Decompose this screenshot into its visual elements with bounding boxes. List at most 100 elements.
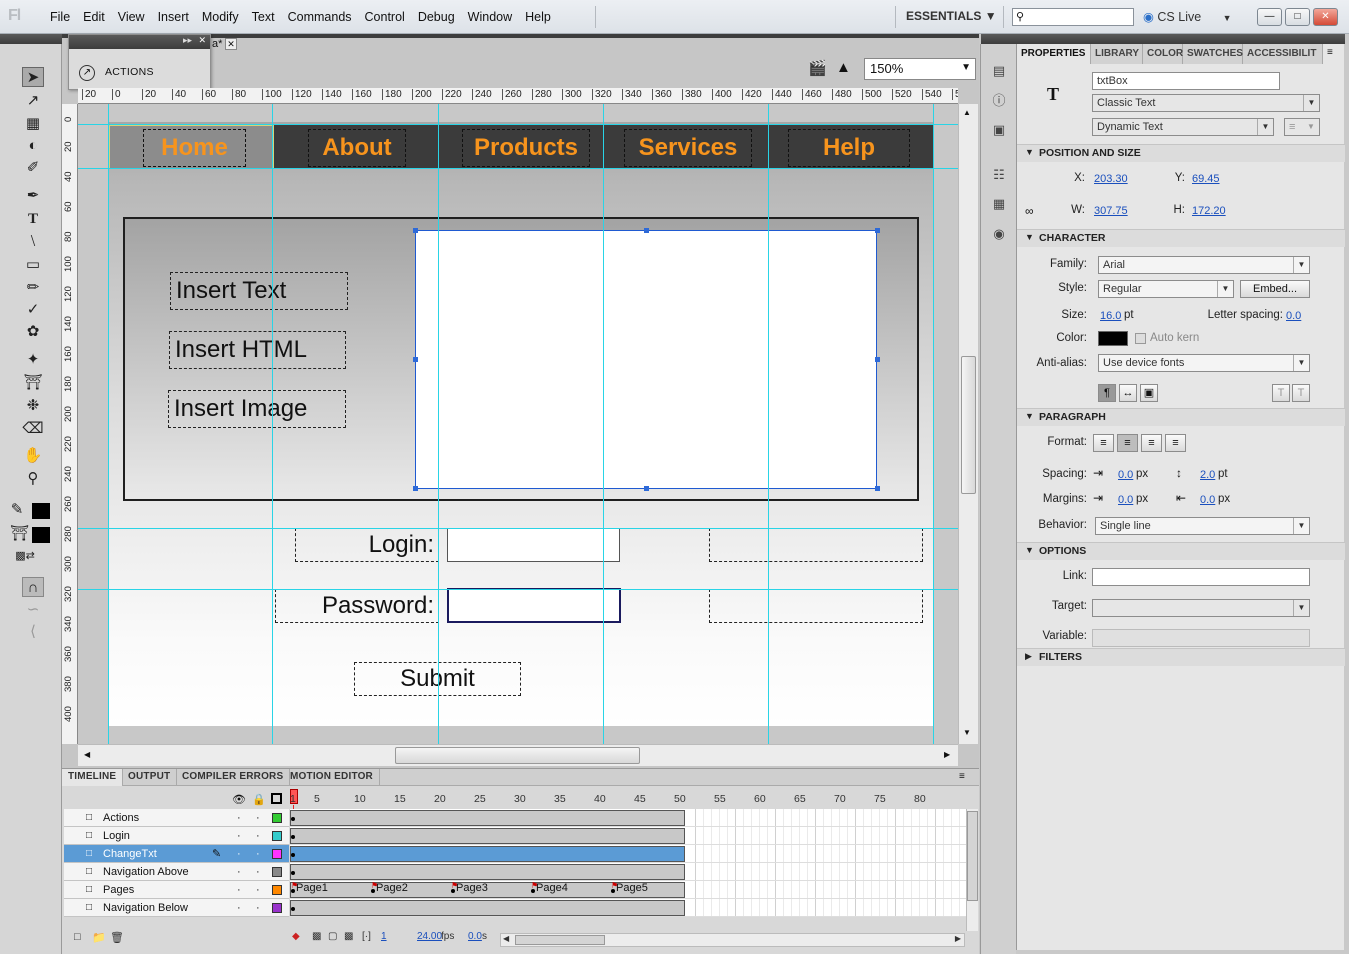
- frame-span[interactable]: [290, 828, 685, 844]
- text-color-swatch[interactable]: [1098, 331, 1128, 346]
- scroll-thumb[interactable]: [967, 811, 978, 901]
- tab-timeline[interactable]: TIMELINE: [62, 769, 124, 786]
- link-dimensions-icon[interactable]: ∞: [1025, 204, 1034, 218]
- scroll-right-icon[interactable]: ▶: [955, 934, 961, 943]
- new-folder-icon[interactable]: 📁: [92, 931, 106, 944]
- letter-spacing-value[interactable]: 0.0: [1286, 310, 1301, 322]
- login-field[interactable]: [447, 528, 620, 562]
- layer-row[interactable]: □ Navigation Above · ·: [64, 863, 289, 881]
- straighten-icon[interactable]: ⟨: [22, 622, 44, 642]
- scroll-right-icon[interactable]: ▶: [944, 750, 950, 759]
- scroll-thumb[interactable]: [515, 935, 605, 945]
- fps-value[interactable]: 24.00: [417, 931, 442, 942]
- x-value[interactable]: 203.30: [1094, 173, 1128, 185]
- bone-tool-icon[interactable]: ✦: [22, 350, 44, 370]
- lock-dot[interactable]: ·: [256, 827, 260, 845]
- frame-span[interactable]: [290, 900, 685, 916]
- frame-row[interactable]: [290, 809, 970, 827]
- rectangle-tool-icon[interactable]: ▭: [22, 255, 44, 275]
- collapse-icon[interactable]: ▸▸: [183, 35, 192, 46]
- keyframe[interactable]: [291, 835, 295, 839]
- tab-swatches[interactable]: SWATCHES: [1183, 44, 1243, 64]
- pen-tool-icon[interactable]: ✒: [22, 186, 44, 206]
- layer-color-swatch[interactable]: [272, 849, 282, 859]
- resize-handle[interactable]: [644, 486, 649, 491]
- fill-color-swatch[interactable]: [32, 527, 50, 543]
- instance-name-input[interactable]: txtBox: [1092, 72, 1280, 90]
- menu-file[interactable]: File: [50, 10, 70, 24]
- hand-tool-icon[interactable]: ✋: [22, 446, 44, 466]
- close-tab-icon[interactable]: ✕: [225, 38, 237, 50]
- right-margin-value[interactable]: 0.0: [1200, 494, 1215, 506]
- tab-compiler-errors[interactable]: COMPILER ERRORS: [176, 769, 291, 786]
- edit-multiple-frames-icon[interactable]: ▩: [344, 931, 353, 942]
- paint-bucket-tool-icon[interactable]: ⛩: [22, 373, 44, 393]
- keyframe[interactable]: [291, 871, 295, 875]
- menu-view[interactable]: View: [118, 10, 145, 24]
- tab-output[interactable]: OUTPUT: [122, 769, 178, 786]
- modify-onion-markers-icon[interactable]: [·]: [362, 931, 371, 942]
- resize-handle[interactable]: [413, 357, 418, 362]
- indent-value[interactable]: 0.0: [1118, 469, 1133, 481]
- center-frame-icon[interactable]: ◆: [292, 931, 300, 942]
- nav-about-button[interactable]: About: [308, 129, 406, 167]
- snap-magnet-icon[interactable]: ∩: [22, 577, 44, 597]
- transform-panel-icon[interactable]: ▣: [990, 121, 1008, 139]
- justify-icon[interactable]: ≡: [1165, 434, 1186, 452]
- layer-color-swatch[interactable]: [272, 885, 282, 895]
- timeline-horizontal-scrollbar[interactable]: ◀ ▶: [500, 933, 965, 947]
- pencil-tool-icon[interactable]: ✏: [22, 278, 44, 298]
- text-tool-icon[interactable]: T: [22, 209, 44, 229]
- target-select[interactable]: ▼: [1092, 599, 1310, 617]
- section-position-size[interactable]: ▼ POSITION AND SIZE: [1017, 144, 1345, 162]
- zoom-tool-icon[interactable]: ⚲: [22, 469, 44, 489]
- brush-tool-icon[interactable]: ✓: [22, 300, 44, 320]
- delete-layer-icon[interactable]: 🗑: [110, 931, 124, 944]
- visibility-dot[interactable]: ·: [237, 881, 241, 899]
- visibility-dot[interactable]: ·: [237, 827, 241, 845]
- zoom-select[interactable]: 150% ▼: [864, 58, 976, 80]
- behavior-select[interactable]: Single line ▼: [1095, 517, 1310, 535]
- nav-help-button[interactable]: Help: [788, 129, 910, 167]
- layer-color-swatch[interactable]: [272, 831, 282, 841]
- line-tool-icon[interactable]: ⧵: [22, 232, 44, 252]
- lock-dot[interactable]: ·: [256, 809, 260, 827]
- menu-text[interactable]: Text: [252, 10, 275, 24]
- eyedropper-tool-icon[interactable]: ❉: [22, 396, 44, 416]
- font-size-value[interactable]: 16.0: [1100, 310, 1121, 322]
- swap-colors-icon[interactable]: ▩⇄: [14, 546, 36, 566]
- subselection-tool-icon[interactable]: ↗: [22, 91, 44, 111]
- edit-symbols-icon[interactable]: ▲: [836, 59, 851, 76]
- tab-motion-editor[interactable]: MOTION EDITOR: [284, 769, 380, 786]
- current-frame-value[interactable]: 1: [381, 931, 387, 942]
- frame-span[interactable]: [290, 864, 685, 880]
- resize-handle[interactable]: [644, 228, 649, 233]
- stage-vertical-scrollbar[interactable]: ▲ ▼: [958, 104, 978, 744]
- lock-dot[interactable]: ·: [256, 863, 260, 881]
- h-value[interactable]: 172.20: [1192, 205, 1226, 217]
- font-style-select[interactable]: Regular ▼: [1098, 280, 1234, 298]
- actions-panel[interactable]: ▸▸ ✕ ↗ ACTIONS: [68, 34, 211, 90]
- align-left-icon[interactable]: ≡: [1093, 434, 1114, 452]
- panel-menu-icon[interactable]: ≡: [959, 771, 965, 782]
- onion-skin-outlines-icon[interactable]: ▢: [328, 931, 337, 942]
- frame-row[interactable]: [290, 845, 970, 863]
- panel-menu-icon[interactable]: ≡: [1327, 47, 1333, 58]
- tab-properties[interactable]: PROPERTIES: [1017, 44, 1091, 64]
- render-html-icon[interactable]: ↔: [1119, 384, 1137, 402]
- deco-tool-icon[interactable]: ✿: [22, 322, 44, 342]
- anti-alias-select[interactable]: Use device fonts ▼: [1098, 354, 1310, 372]
- menu-insert[interactable]: Insert: [158, 10, 189, 24]
- txtbox-dynamic-text[interactable]: [413, 228, 880, 491]
- layer-color-swatch[interactable]: [272, 867, 282, 877]
- selectable-text-icon[interactable]: ¶: [1098, 384, 1116, 402]
- close-button[interactable]: ✕: [1313, 8, 1338, 26]
- password-field[interactable]: [447, 588, 621, 623]
- layer-row[interactable]: □ Pages · ·: [64, 881, 289, 899]
- layer-row[interactable]: □ Navigation Below · ·: [64, 899, 289, 917]
- subscript-icon[interactable]: T: [1292, 384, 1310, 402]
- text-type-select[interactable]: Dynamic Text ▼: [1092, 118, 1274, 136]
- section-character[interactable]: ▼ CHARACTER: [1017, 229, 1345, 247]
- section-options[interactable]: ▼ OPTIONS: [1017, 542, 1345, 560]
- nav-home-button[interactable]: Home: [143, 129, 246, 167]
